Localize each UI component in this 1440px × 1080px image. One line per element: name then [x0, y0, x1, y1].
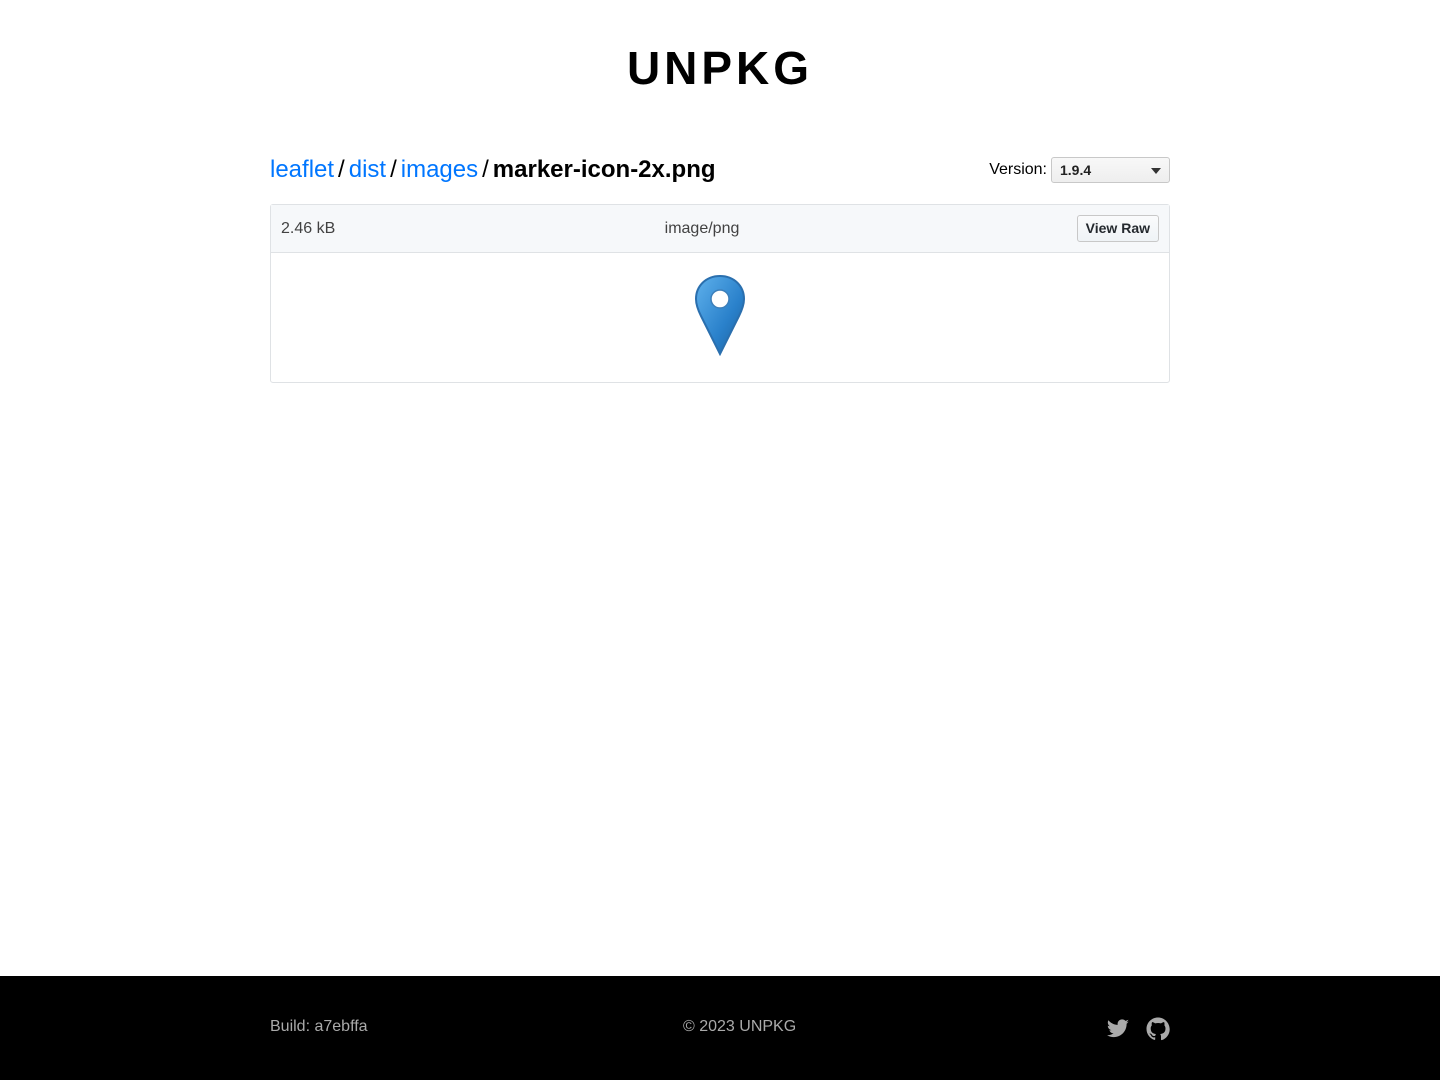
- site-footer: Build: a7ebffa © 2023 UNPKG: [0, 976, 1440, 1080]
- breadcrumb: leaflet / dist / images / marker-icon-2x.png: [270, 150, 716, 190]
- breadcrumb-separator: /: [390, 156, 397, 183]
- file-preview: [271, 253, 1169, 382]
- title-row: leaflet / dist / images / marker-icon-2x.png V…: [270, 150, 1170, 190]
- breadcrumb-separator: /: [482, 156, 489, 183]
- page: UNPKG leaflet / dist / images / marker-icon-2x…: [0, 0, 1440, 1080]
- breadcrumb-separator: /: [338, 156, 345, 183]
- footer-inner: Build: a7ebffa © 2023 UNPKG: [270, 976, 1170, 1080]
- file-info-bar: 2.46 kB image/png View Raw: [271, 205, 1169, 253]
- breadcrumb-link-dist[interactable]: dist: [349, 156, 386, 183]
- logo-link[interactable]: UNPKG: [627, 40, 813, 96]
- breadcrumb-link-images[interactable]: images: [401, 156, 478, 183]
- view-raw-button[interactable]: View Raw: [1076, 215, 1159, 242]
- main-content: leaflet / dist / images / marker-icon-2x.png V…: [270, 150, 1170, 383]
- version-label: Version:: [989, 161, 1047, 178]
- twitter-link[interactable]: [1106, 1017, 1130, 1041]
- caret-down-icon: [1151, 168, 1161, 174]
- version-selected-value: 1.9.4: [1060, 162, 1092, 178]
- twitter-icon: [1106, 1019, 1129, 1038]
- github-icon: [1146, 1017, 1170, 1041]
- breadcrumb-link-leaflet[interactable]: leaflet: [270, 156, 334, 183]
- file-type: image/png: [664, 220, 740, 237]
- version-picker: Version: 1.9.4: [989, 157, 1170, 183]
- build-info: Build: a7ebffa: [270, 1018, 368, 1035]
- github-link[interactable]: [1146, 1017, 1170, 1041]
- site-header: UNPKG: [0, 40, 1440, 96]
- map-marker-icon: [694, 274, 746, 356]
- file-viewer: 2.46 kB image/png View Raw: [270, 204, 1170, 383]
- social-links: [1106, 1017, 1170, 1041]
- copyright-text: © 2023 UNPKG: [683, 1018, 797, 1035]
- breadcrumb-current-file: marker-icon-2x.png: [492, 156, 716, 183]
- version-select[interactable]: 1.9.4: [1051, 157, 1170, 183]
